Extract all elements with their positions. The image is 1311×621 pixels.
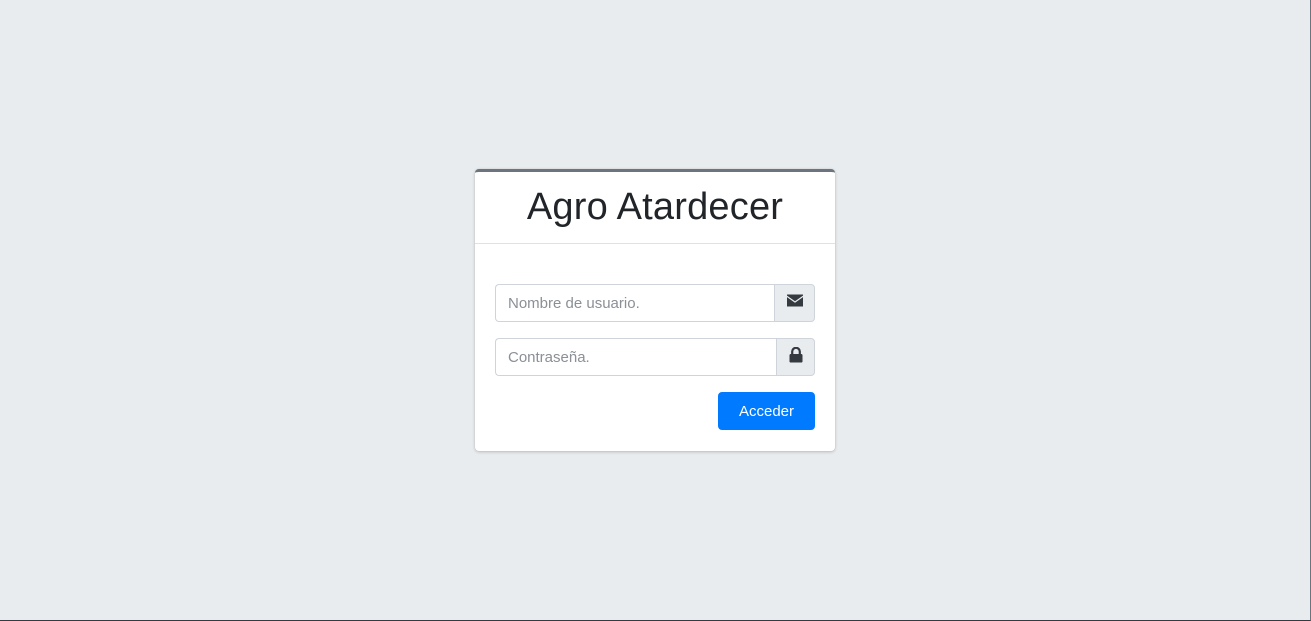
login-form: Acceder [475,244,835,450]
password-addon [776,338,815,376]
lock-icon [789,346,803,368]
login-button[interactable]: Acceder [718,392,815,430]
username-input[interactable] [495,284,774,322]
card-header: Agro Atardecer [475,172,835,244]
brand-title: Agro Atardecer [526,186,784,228]
login-card: Agro Atardecer Nombre de usuario. Accede… [475,169,835,451]
username-input-group [495,284,815,322]
password-input-group [495,338,815,376]
form-actions: Acceder [495,392,815,430]
username-addon [774,284,815,322]
envelope-icon [786,294,803,312]
password-input[interactable] [495,338,776,376]
